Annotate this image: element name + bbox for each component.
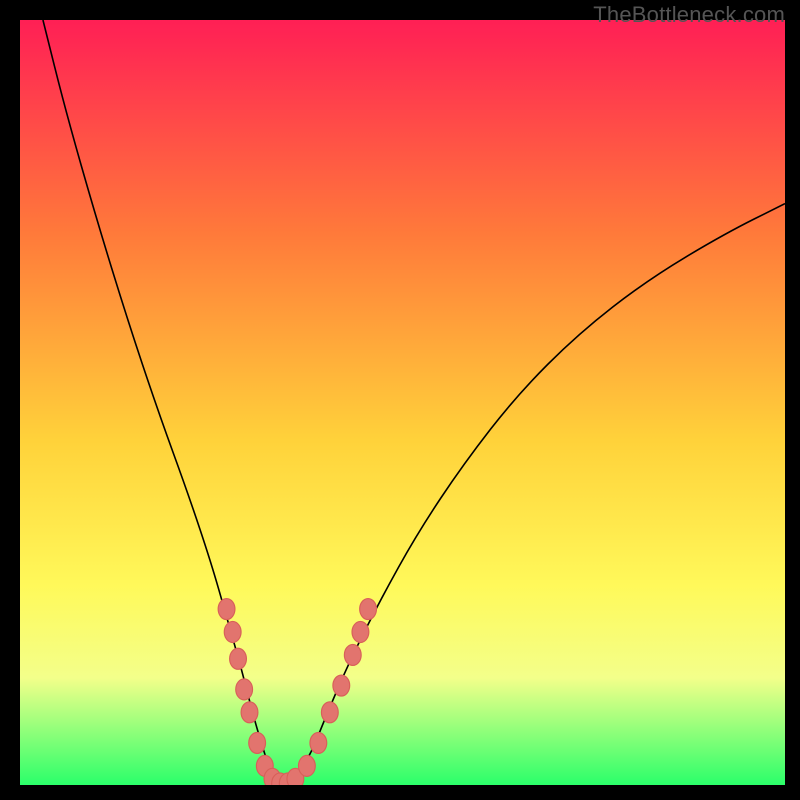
curve-marker xyxy=(249,732,266,753)
chart-frame xyxy=(20,20,785,785)
curve-marker xyxy=(218,599,235,620)
curve-marker xyxy=(241,702,258,723)
curve-marker xyxy=(230,648,247,669)
curve-marker xyxy=(310,732,327,753)
curve-marker xyxy=(360,599,377,620)
watermark-text: TheBottleneck.com xyxy=(593,2,785,28)
bottleneck-chart xyxy=(20,20,785,785)
curve-marker xyxy=(236,679,253,700)
curve-marker xyxy=(224,621,241,642)
gradient-background xyxy=(20,20,785,785)
curve-marker xyxy=(333,675,350,696)
curve-marker xyxy=(344,644,361,665)
curve-marker xyxy=(321,702,338,723)
curve-marker xyxy=(352,621,369,642)
curve-marker xyxy=(298,755,315,776)
